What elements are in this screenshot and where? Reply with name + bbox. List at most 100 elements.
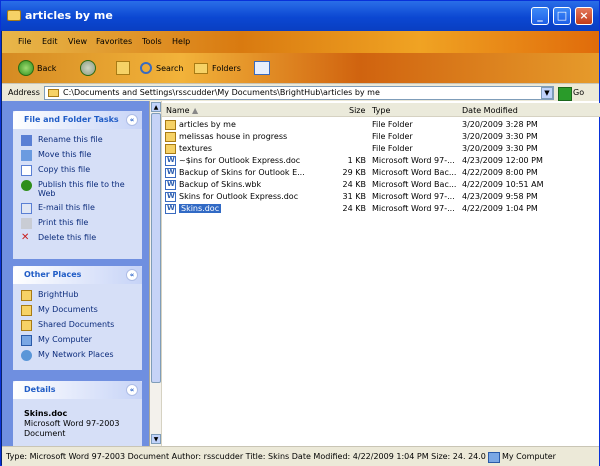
menu-bar: File Edit View Favorites Tools Help [2,31,599,53]
file-size: 24 KB [342,204,366,213]
task-label: Publish this file to the Web [38,180,125,198]
collapse-chevron-icon[interactable]: « [126,114,138,126]
scroll-thumb[interactable] [151,113,161,383]
file-size: 24 KB [342,180,366,189]
place-label: My Documents [38,305,98,314]
collapse-chevron-icon[interactable]: « [126,384,138,396]
file-row-selected[interactable]: Skins.doc 24 KB Microsoft Word 97-... 4/… [162,203,600,215]
scroll-down-arrow[interactable]: ▼ [151,434,161,444]
task-label: E-mail this file [38,203,95,212]
window-title: articles by me [25,9,113,22]
file-folder-tasks-header[interactable]: File and Folder Tasks « [13,111,142,129]
rename-icon [21,135,32,146]
details-file-type-cont: Document [24,429,66,438]
file-type: Microsoft Word Bac... [372,168,457,177]
views-button[interactable] [254,59,270,77]
other-places-title: Other Places [24,270,82,279]
status-location: My Computer [488,452,556,463]
search-label: Search [156,63,184,73]
menu-view[interactable]: View [68,37,87,46]
network-icon [21,350,32,361]
file-date: 3/20/2009 3:30 PM [462,132,538,141]
task-move-file[interactable]: Move this file [21,150,91,161]
file-date: 4/22/2009 1:04 PM [462,204,538,213]
folder-icon [21,290,32,301]
vertical-scrollbar[interactable]: ▲ ▼ [150,101,162,446]
maximize-button[interactable]: □ [553,7,571,25]
file-row[interactable]: Backup of Skins for Outlook E... 29 KB M… [162,167,600,179]
up-folder-icon [116,61,130,75]
file-row[interactable]: articles by me File Folder 3/20/2009 3:2… [162,119,600,131]
forward-button[interactable] [80,59,99,77]
menu-edit[interactable]: Edit [42,37,58,46]
file-size: 1 KB [347,156,366,165]
go-button[interactable]: Go [557,86,597,101]
delete-icon: ✕ [21,232,30,243]
place-my-documents[interactable]: My Documents [21,305,98,316]
move-icon [21,150,32,161]
close-button[interactable]: × [575,7,593,25]
sort-ascending-icon: ▲ [192,106,199,115]
collapse-chevron-icon[interactable]: « [126,269,138,281]
task-pane: File and Folder Tasks « Rename this file… [2,101,149,446]
folders-label: Folders [212,63,241,73]
other-places-header[interactable]: Other Places « [13,266,142,284]
place-my-network-places[interactable]: My Network Places [21,350,114,361]
column-name[interactable]: Name [166,106,190,115]
forward-arrow-icon [80,60,96,76]
details-file-name: Skins.doc [24,409,68,418]
menu-file[interactable]: File [18,37,31,46]
word-document-icon [165,156,176,166]
task-print-file[interactable]: Print this file [21,218,88,229]
place-shared-documents[interactable]: Shared Documents [21,320,114,331]
task-label: Copy this file [38,165,91,174]
folder-icon [165,132,176,142]
folder-icon [165,120,176,130]
menu-help[interactable]: Help [172,37,190,46]
folders-button[interactable]: Folders [194,59,241,77]
file-folder-tasks-panel: File and Folder Tasks « Rename this file… [13,111,142,259]
place-brighthub[interactable]: BrightHub [21,290,78,301]
menu-tools[interactable]: Tools [142,37,162,46]
word-document-icon [165,192,176,202]
file-name: Backup of Skins.wbk [179,180,262,189]
shared-folder-icon [21,320,32,331]
task-publish-file[interactable]: Publish this file to the Web [21,180,133,198]
details-header[interactable]: Details « [13,381,142,399]
task-email-file[interactable]: E-mail this file [21,203,95,214]
views-icon [254,61,270,75]
folder-icon [48,89,59,97]
address-field[interactable]: C:\Documents and Settings\rsscudder\My D… [44,86,554,100]
file-name: Skins.doc [179,204,222,213]
address-dropdown-button[interactable]: ▼ [541,87,553,99]
file-row[interactable]: Skins for Outlook Express.doc 31 KB Micr… [162,191,600,203]
file-name: Backup of Skins for Outlook E... [179,168,305,177]
file-date: 3/20/2009 3:28 PM [462,120,538,129]
file-row[interactable]: textures File Folder 3/20/2009 3:30 PM [162,143,600,155]
place-my-computer[interactable]: My Computer [21,335,92,346]
task-copy-file[interactable]: Copy this file [21,165,90,176]
file-date: 4/23/2009 9:58 PM [462,192,538,201]
file-row[interactable]: ~$ins for Outlook Express.doc 1 KB Micro… [162,155,600,167]
folder-icon [165,144,176,154]
file-date: 4/22/2009 10:51 AM [462,180,544,189]
up-folder-button[interactable] [116,59,130,77]
file-type: File Folder [372,132,413,141]
task-rename-file[interactable]: Rename this file [21,135,103,146]
minimize-button[interactable]: _ [531,7,549,25]
back-button[interactable]: Back [18,59,56,77]
file-type: Microsoft Word 97-... [372,192,455,201]
file-name: articles by me [179,120,236,129]
column-size[interactable]: Size [349,106,365,115]
file-row[interactable]: melissas house in progress File Folder 3… [162,131,600,143]
column-type[interactable]: Type [372,106,390,115]
other-places-panel: Other Places « BrightHub My Documents Sh… [13,266,142,370]
menu-favorites[interactable]: Favorites [96,37,132,46]
search-button[interactable]: Search [140,59,183,77]
explorer-window: articles by me _ □ × File Edit View Favo… [0,0,600,466]
task-delete-file[interactable]: ✕ Delete this file [21,233,96,244]
file-row[interactable]: Backup of Skins.wbk 24 KB Microsoft Word… [162,179,600,191]
title-bar[interactable]: articles by me _ □ × [1,1,599,31]
scroll-up-arrow[interactable]: ▲ [151,102,161,112]
column-date-modified[interactable]: Date Modified [462,106,518,115]
